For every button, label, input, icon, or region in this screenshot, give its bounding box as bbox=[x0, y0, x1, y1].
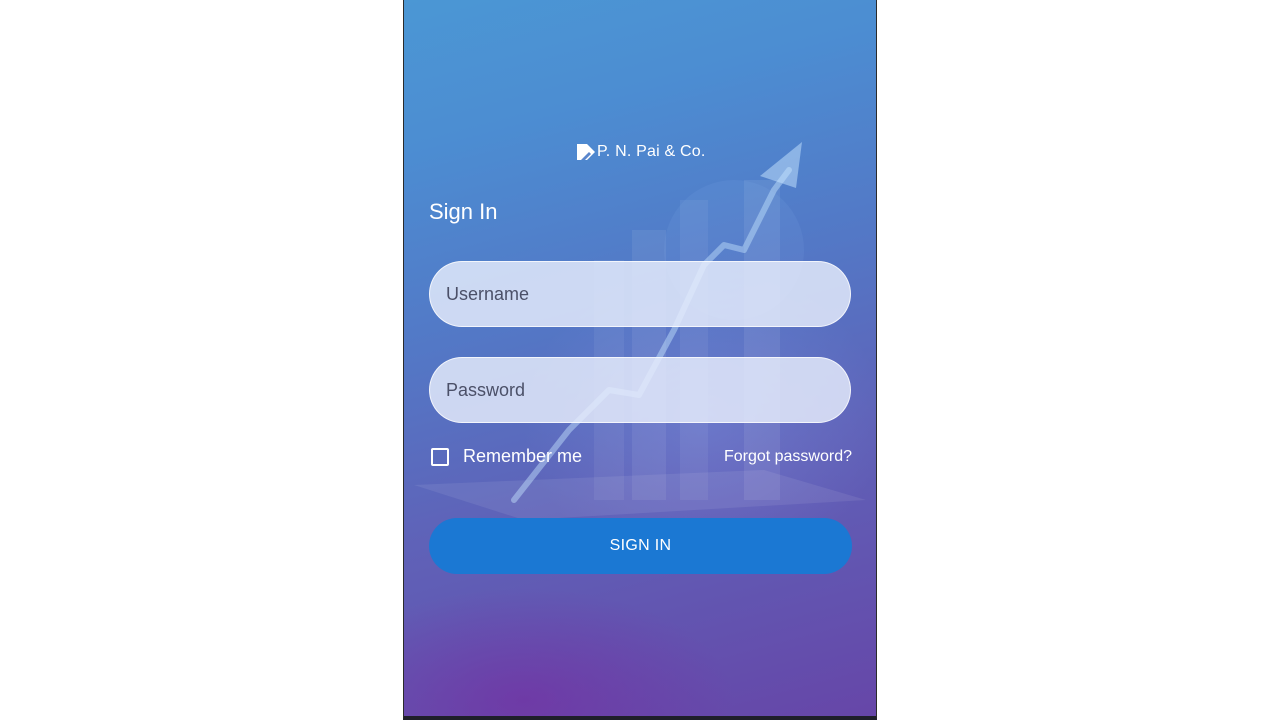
sign-in-heading: Sign In bbox=[429, 199, 498, 224]
remember-me-option[interactable]: Remember me bbox=[431, 446, 582, 467]
sign-in-button[interactable]: SIGN IN bbox=[429, 518, 852, 574]
brand-logo: P. N. Pai & Co. bbox=[576, 142, 706, 162]
forgot-password-link[interactable]: Forgot password? bbox=[724, 448, 852, 466]
username-input[interactable] bbox=[429, 261, 851, 327]
remember-me-checkbox[interactable] bbox=[431, 447, 449, 466]
brand-name: P. N. Pai & Co. bbox=[597, 143, 706, 160]
pn-pai-logo-icon bbox=[577, 144, 595, 160]
login-panel: P. N. Pai & Co. Sign In Remember me Forg… bbox=[403, 0, 877, 720]
password-input[interactable] bbox=[429, 357, 851, 423]
remember-me-label: Remember me bbox=[463, 446, 583, 466]
